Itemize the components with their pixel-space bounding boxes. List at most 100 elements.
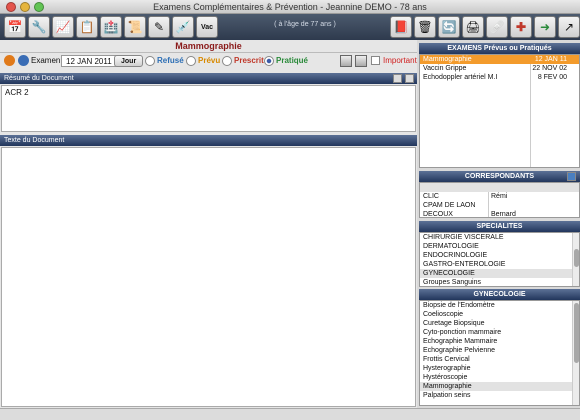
exam-date: 22 NOV 02 xyxy=(532,65,567,72)
correspondant-row[interactable]: CPAM DE LAON xyxy=(420,201,579,210)
info-icon[interactable] xyxy=(4,55,15,66)
exam-name: Vaccin Grippe xyxy=(423,65,467,72)
hospital-icon[interactable]: 🏥 xyxy=(100,16,122,38)
age-note: ( à l'âge de 77 ans ) xyxy=(274,21,336,28)
specialite-item[interactable]: ENDOCRINOLOGIE xyxy=(420,251,579,260)
gyneco-item[interactable]: Coelioscopie xyxy=(420,310,579,319)
correspondant-name: CPAM DE LAON xyxy=(423,202,476,209)
exam-name: Mammographie xyxy=(423,56,472,63)
correspondant-firstname: Bernard xyxy=(491,211,516,218)
correspondants-title: CORRESPONDANTS xyxy=(464,173,535,180)
jour-button[interactable]: Jour xyxy=(114,55,144,67)
gyneco-item[interactable]: Echographie Pelvienne xyxy=(420,346,579,355)
radio-refuse[interactable] xyxy=(145,56,155,66)
vaccine-icon[interactable]: Vac xyxy=(196,16,218,38)
window-titlebar: Examens Complémentaires & Prévention - J… xyxy=(0,0,580,14)
correspondant-row[interactable] xyxy=(420,183,579,192)
copy-icon[interactable] xyxy=(355,55,367,67)
syringe-icon[interactable]: 💉 xyxy=(172,16,194,38)
correspondant-row[interactable]: DECOUX Bernard xyxy=(420,210,579,218)
summary-header: Résumé du Document xyxy=(0,73,417,84)
radio-pratique[interactable] xyxy=(264,56,274,66)
document-panel: Mammographie Examen 12 JAN 2011 Jour Ref… xyxy=(0,40,417,408)
document-text-area[interactable] xyxy=(1,147,416,407)
tools-icon[interactable]: 🔧 xyxy=(28,16,50,38)
bandage-icon[interactable]: 🩹 xyxy=(486,16,508,38)
gyneco-item[interactable]: Biopsie de l'Endomètre xyxy=(420,301,579,310)
gyneco-item[interactable]: Echographie Mammaire xyxy=(420,337,579,346)
printer-icon[interactable]: 🖨 xyxy=(462,16,484,38)
arrow-icon[interactable]: ➜ xyxy=(534,16,556,38)
exam-name: Echodoppler artériel M.I xyxy=(423,74,498,81)
gyneco-item[interactable]: Curetage Biopsique xyxy=(420,319,579,328)
book-icon[interactable]: 📕 xyxy=(390,16,412,38)
exams-header: EXAMENS Prévus ou Pratiqués xyxy=(419,43,580,54)
status-bar xyxy=(0,408,580,420)
exam-row[interactable]: Mammographie 12 JAN 11 xyxy=(420,55,579,64)
correspondants-list: CLIC Rémi CPAM DE LAON DECOUX Bernard xyxy=(419,182,580,218)
specialite-item[interactable]: CHIRURGIE VISCERALE xyxy=(420,233,579,242)
zoom-window-button[interactable] xyxy=(34,2,44,12)
exam-type-icon[interactable] xyxy=(18,55,29,66)
exam-date: 8 FEV 00 xyxy=(537,74,567,81)
important-checkbox[interactable] xyxy=(371,56,380,65)
exam-row[interactable]: Echodoppler artériel M.I 8 FEV 00 xyxy=(420,73,579,82)
expand-icon[interactable] xyxy=(393,74,402,83)
gyneco-scrollbar[interactable] xyxy=(572,301,579,405)
label-pratique: Pratiqué xyxy=(276,56,309,65)
scan-icon[interactable] xyxy=(340,55,352,67)
pen-icon[interactable]: ✎ xyxy=(148,16,170,38)
specialite-item[interactable]: Groupes Sanguins xyxy=(420,278,579,286)
exam-date: 12 JAN 11 xyxy=(534,56,567,63)
label-refuse: Refusé xyxy=(157,56,184,65)
specialites-header: SPECIALITES xyxy=(419,221,580,232)
gyneco-item[interactable]: Cyto-ponction mammaire xyxy=(420,328,579,337)
toolbar: 📅 🔧 📈 📋 🏥 📜 ✎ 💉 Vac ( à l'âge de 77 ans … xyxy=(0,14,580,40)
exam-label: Examen xyxy=(31,56,61,65)
minimize-window-button[interactable] xyxy=(20,2,30,12)
window-title: Examens Complémentaires & Prévention - J… xyxy=(153,2,427,12)
label-prevu: Prévu xyxy=(198,56,221,65)
exams-list: Mammographie 12 JAN 11 Vaccin Grippe 22 … xyxy=(419,54,580,168)
cross-icon[interactable]: ✚ xyxy=(510,16,532,38)
correspondant-name: DECOUX xyxy=(423,211,453,218)
summary-header-label: Résumé du Document xyxy=(4,75,74,82)
correspondant-name: CLIC xyxy=(423,193,439,200)
exam-date-field[interactable]: 12 JAN 2011 xyxy=(61,55,117,67)
gyneco-list: Biopsie de l'Endomètre Coelioscopie Cure… xyxy=(419,300,580,406)
specialite-item[interactable]: DERMATOLOGIE xyxy=(420,242,579,251)
specialite-item[interactable]: GASTRO-ENTEROLOGIE xyxy=(420,260,579,269)
correspondant-row[interactable]: CLIC Rémi xyxy=(420,192,579,201)
chart-icon[interactable]: 📈 xyxy=(52,16,74,38)
trash-icon[interactable]: 🗑 xyxy=(414,16,436,38)
edit-icon[interactable] xyxy=(405,74,414,83)
radio-prevu[interactable] xyxy=(186,56,196,66)
add-correspondant-icon[interactable] xyxy=(567,172,576,181)
right-panel: EXAMENS Prévus ou Pratiqués Mammographie… xyxy=(419,40,580,408)
document-title: Mammographie xyxy=(0,40,417,53)
text-header-label: Texte du Document xyxy=(4,137,65,144)
exam-row[interactable]: Vaccin Grippe 22 NOV 02 xyxy=(420,64,579,73)
gyneco-item[interactable]: Hystéroscopie xyxy=(420,373,579,382)
specialites-list: CHIRURGIE VISCERALE DERMATOLOGIE ENDOCRI… xyxy=(419,232,580,287)
specialites-scrollbar[interactable] xyxy=(572,233,579,286)
gyneco-item[interactable]: Mammographie xyxy=(420,382,579,391)
gyneco-item[interactable]: Hysterographie xyxy=(420,364,579,373)
specialite-item[interactable]: GYNECOLOGIE xyxy=(420,269,579,278)
gyneco-item[interactable]: Palpation seins xyxy=(420,391,579,400)
correspondant-firstname: Rémi xyxy=(491,193,508,200)
sync-icon[interactable]: 🔄 xyxy=(438,16,460,38)
certificate-icon[interactable]: 📜 xyxy=(124,16,146,38)
calendar-icon[interactable]: 📅 xyxy=(4,16,26,38)
summary-textarea[interactable]: ACR 2 xyxy=(1,85,416,132)
text-header: Texte du Document xyxy=(0,135,417,146)
radio-prescrit[interactable] xyxy=(222,56,232,66)
close-window-button[interactable] xyxy=(6,2,16,12)
correspondants-header: CORRESPONDANTS xyxy=(419,171,580,182)
export-icon[interactable]: ↗ xyxy=(558,16,580,38)
exam-status-row: Examen 12 JAN 2011 Jour Refusé Prévu Pre… xyxy=(0,53,417,69)
important-label: Important xyxy=(383,56,417,65)
gyneco-item[interactable]: Frottis Cervical xyxy=(420,355,579,364)
gyneco-header: GYNECOLOGIE xyxy=(419,289,580,300)
report-icon[interactable]: 📋 xyxy=(76,16,98,38)
